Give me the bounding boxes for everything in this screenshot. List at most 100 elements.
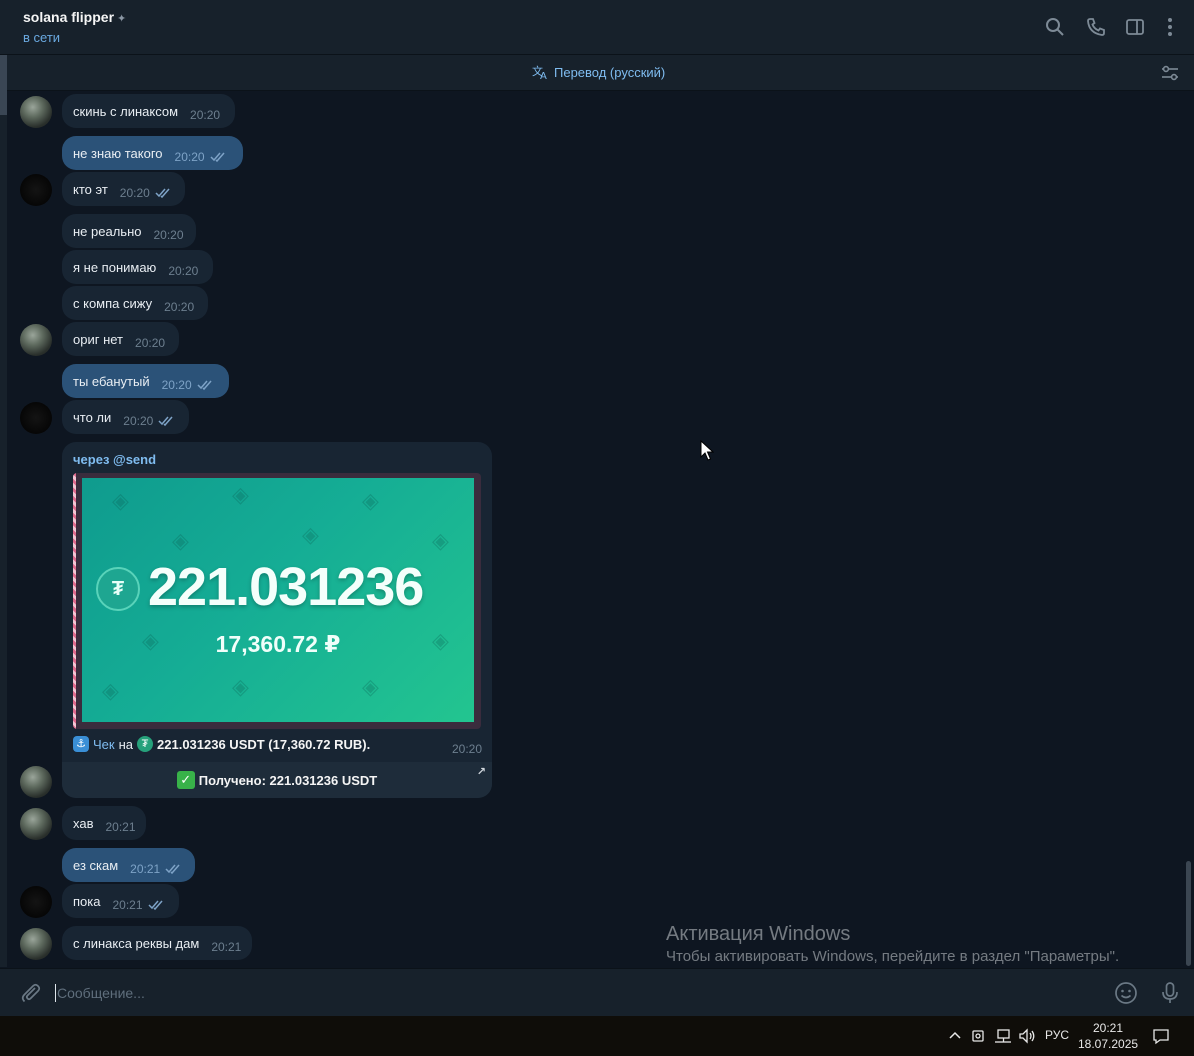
message-text: я не понимаю xyxy=(73,259,157,275)
message-time: 20:20 xyxy=(451,742,482,756)
message-bubble[interactable]: ез скам 20:21 xyxy=(62,848,195,882)
read-checkmark-icon xyxy=(147,900,163,911)
message-composer[interactable]: Сообщение... xyxy=(0,968,1194,1017)
message-time: 20:20 xyxy=(119,186,150,200)
svg-text:A: A xyxy=(540,71,547,80)
camera-icon[interactable] xyxy=(970,1027,988,1045)
message-input[interactable]: Сообщение... xyxy=(57,985,145,1001)
message-text: ориг нет xyxy=(73,331,124,347)
language-indicator[interactable]: РУС xyxy=(1045,1028,1069,1042)
message-time: 20:20 xyxy=(135,336,166,350)
left-panel-edge xyxy=(0,55,7,967)
clock-date: 18.07.2025 xyxy=(1078,1037,1139,1051)
avatar[interactable] xyxy=(20,324,52,356)
caption-value: 221.031236 USDT (17,360.72 RUB). xyxy=(157,736,371,752)
windows-taskbar[interactable]: РУС 20:21 18.07.2025 xyxy=(0,1016,1194,1056)
sidebar-toggle-icon[interactable] xyxy=(1125,17,1145,37)
received-button[interactable]: ✓ Получено: 221.031236 USDT ↗ xyxy=(62,762,492,798)
message-bubble[interactable]: с линакса реквы дам 20:21 xyxy=(62,926,252,960)
message-bubble[interactable]: кто эт 20:20 xyxy=(62,172,185,206)
chat-status: в сети xyxy=(23,30,61,45)
text-caret xyxy=(55,984,56,1002)
message-time: 20:21 xyxy=(112,898,143,912)
check-link[interactable]: Чек xyxy=(93,737,115,752)
read-checkmark-icon xyxy=(210,152,225,163)
check-amount: 221.031236 xyxy=(148,557,424,617)
translate-icon: 文A xyxy=(532,64,547,80)
avatar[interactable] xyxy=(20,96,52,128)
tether-icon: ₮ xyxy=(96,567,140,611)
phone-icon[interactable] xyxy=(1086,17,1106,37)
chat-header[interactable]: solana flipper ✦ в сети xyxy=(0,0,1194,55)
message-text: ез скам xyxy=(73,857,119,873)
network-icon[interactable] xyxy=(994,1027,1012,1045)
message-bubble[interactable]: ориг нет 20:20 xyxy=(62,322,179,356)
tray-expand-icon[interactable] xyxy=(946,1027,964,1045)
external-link-icon: ↗ xyxy=(476,766,486,778)
message-time: 20:21 xyxy=(130,862,161,876)
message-bubble[interactable]: не реально 20:20 xyxy=(62,214,196,248)
message-bubble[interactable]: хав 20:21 xyxy=(62,806,146,840)
message-text: пока xyxy=(73,893,101,909)
filter-icon[interactable] xyxy=(1160,63,1180,83)
message-list[interactable]: скинь с линаксом 20:20 не знаю такого 20:2… xyxy=(7,91,1185,968)
avatar[interactable] xyxy=(20,174,52,206)
message-time: 20:21 xyxy=(211,940,242,954)
check-preview-image[interactable]: ◈ ◈ ◈ ◈ ◈ ◈ ◈ ◈ ◈ ◈ ◈ ₮ 221.031236 17,36… xyxy=(73,473,481,729)
microphone-icon[interactable] xyxy=(1158,981,1182,1005)
read-checkmark-icon xyxy=(165,864,180,875)
message-bubble[interactable]: ты ебанутый 20:20 xyxy=(62,364,229,398)
received-button-label: Получено: 221.031236 USDT xyxy=(198,772,378,788)
avatar[interactable] xyxy=(20,808,52,840)
message-bubble[interactable]: что ли 20:20 xyxy=(62,400,189,434)
message-time: 20:20 xyxy=(123,414,154,428)
volume-icon[interactable] xyxy=(1018,1027,1036,1045)
read-checkmark-icon xyxy=(155,188,170,199)
caption-on: на xyxy=(118,736,134,752)
message-text: что ли xyxy=(73,409,112,425)
message-bubble[interactable]: скинь с линаксом 20:20 xyxy=(62,94,235,128)
translate-label: Перевод (русский) xyxy=(554,64,666,80)
check-caption: ⚓ Чек на ₮ 221.031236 USDT (17,360.72 RU… xyxy=(73,736,370,752)
message-bubble[interactable]: пока 20:21 xyxy=(62,884,179,918)
activation-watermark-title: Активация Windows xyxy=(666,923,851,945)
attach-icon[interactable] xyxy=(19,981,43,1005)
chat-scrollbar[interactable] xyxy=(1185,91,1194,968)
chat-title[interactable]: solana flipper ✦ xyxy=(23,9,126,25)
mouse-cursor-icon xyxy=(700,440,714,461)
message-time: 20:20 xyxy=(190,108,221,122)
message-time: 20:20 xyxy=(168,264,199,278)
taskbar-clock[interactable]: 20:21 18.07.2025 xyxy=(1078,1020,1138,1052)
crypto-check-message[interactable]: через @send ◈ ◈ ◈ ◈ ◈ ◈ ◈ ◈ ◈ ◈ ◈ ₮ 221.… xyxy=(62,442,492,798)
more-icon[interactable] xyxy=(1160,17,1180,37)
message-bubble[interactable]: с компа сижу 20:20 xyxy=(62,286,208,320)
pin-icon: ✦ xyxy=(117,13,127,25)
read-checkmark-icon xyxy=(197,380,212,391)
read-checkmark-icon xyxy=(158,416,173,427)
avatar[interactable] xyxy=(20,766,52,798)
message-time: 20:20 xyxy=(161,378,192,392)
message-text: скинь с линаксом xyxy=(73,103,179,119)
message-text: с линакса реквы дам xyxy=(73,935,200,951)
emoji-icon[interactable] xyxy=(1114,981,1138,1005)
usdt-icon: ₮ xyxy=(137,736,154,752)
via-bot-label[interactable]: через @send xyxy=(73,452,156,467)
message-text: с компа сижу xyxy=(73,295,153,311)
translate-bar[interactable]: 文A Перевод (русский) xyxy=(0,55,1194,91)
activation-watermark-text: Чтобы активировать Windows, перейдите в … xyxy=(666,948,1120,965)
message-text: ты ебанутый xyxy=(73,373,150,389)
translate-button[interactable]: 文A Перевод (русский) xyxy=(532,64,665,80)
message-bubble[interactable]: я не понимаю 20:20 xyxy=(62,250,213,284)
message-bubble[interactable]: не знаю такого 20:20 xyxy=(62,136,243,170)
check-mark-icon: ✓ xyxy=(176,771,195,789)
avatar[interactable] xyxy=(20,928,52,960)
message-time: 20:20 xyxy=(164,300,195,314)
search-icon[interactable] xyxy=(1045,17,1065,37)
avatar[interactable] xyxy=(20,402,52,434)
message-text: не реально xyxy=(73,223,142,239)
message-text: не знаю такого xyxy=(73,145,163,161)
check-amount-rub: 17,360.72 ₽ xyxy=(215,631,341,657)
avatar[interactable] xyxy=(20,886,52,918)
message-time: 20:21 xyxy=(105,820,136,834)
notifications-icon[interactable] xyxy=(1152,1027,1170,1045)
